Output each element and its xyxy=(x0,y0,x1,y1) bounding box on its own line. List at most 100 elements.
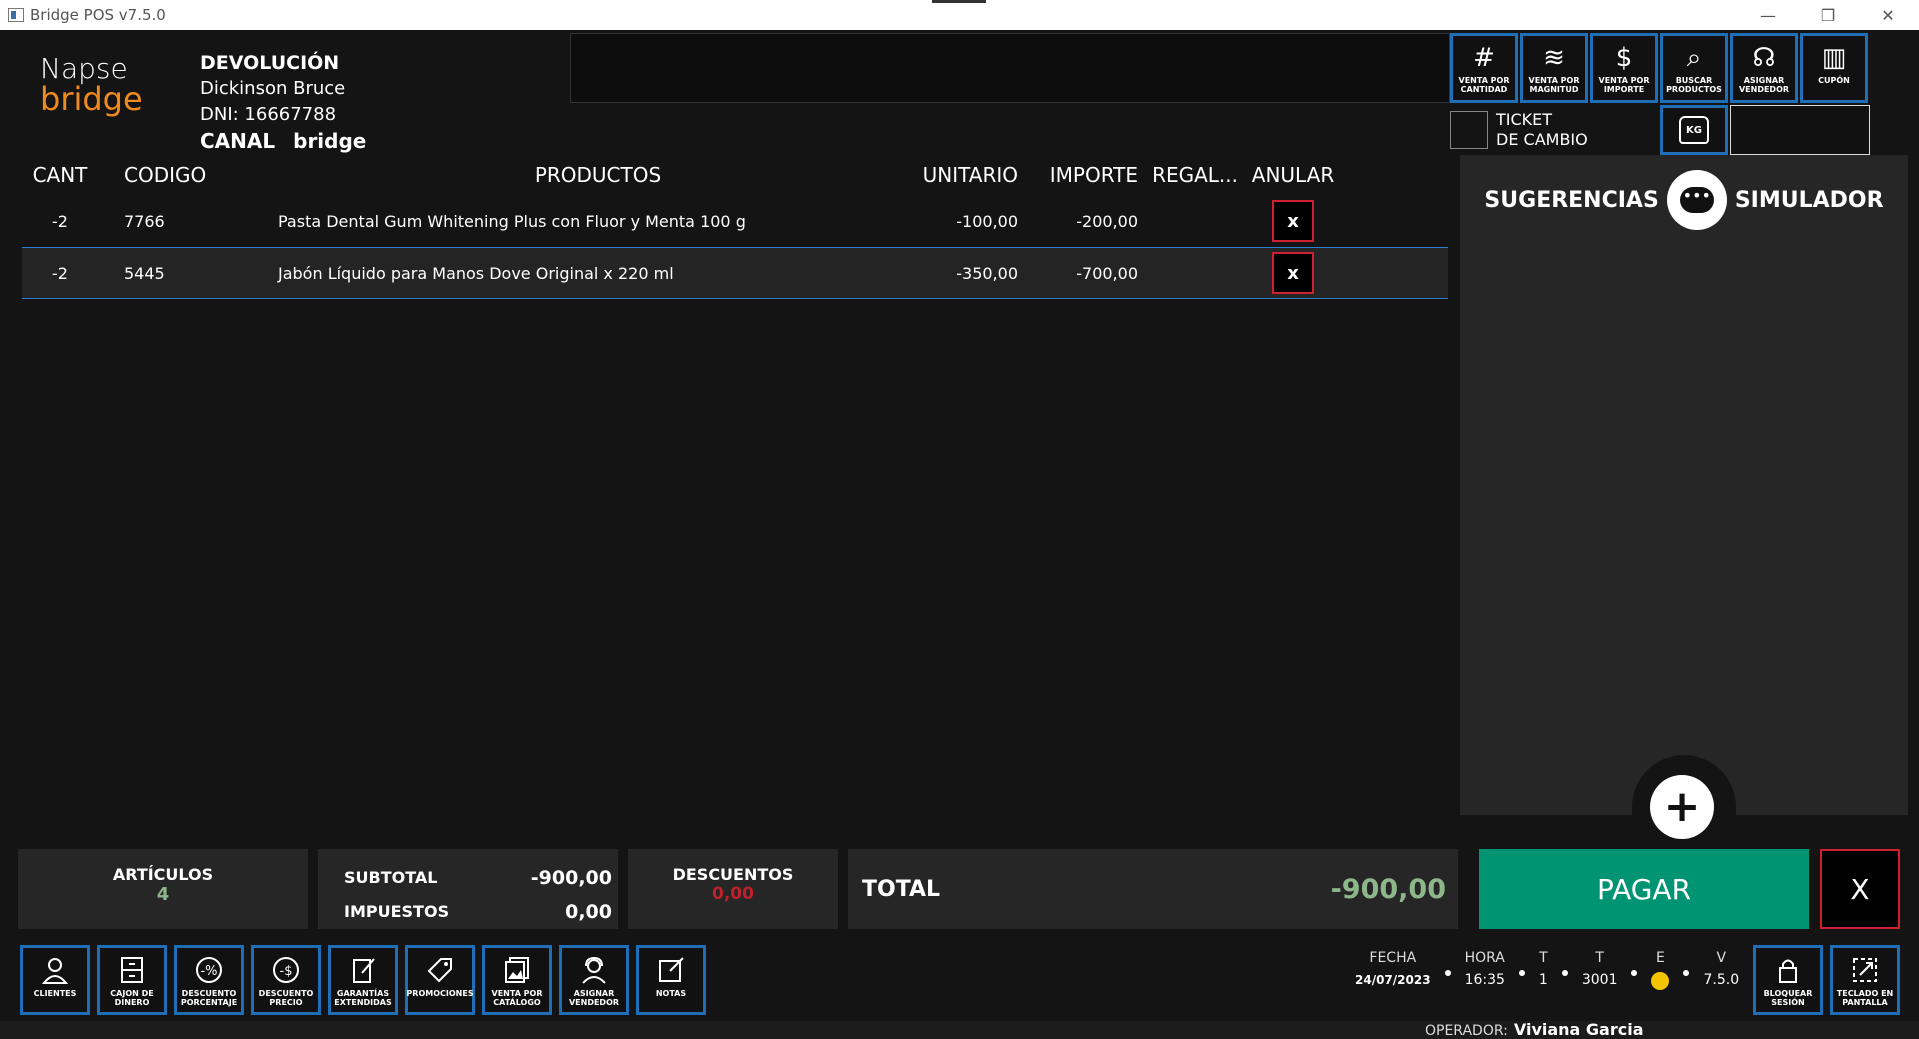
status-fecha: FECHA 24/07/2023 xyxy=(1355,948,1431,992)
button-label: DESCUENTO PORCENTAJE xyxy=(180,989,238,1007)
header-regalo: REGAL... xyxy=(1152,163,1238,187)
canal-info: CANAL bridge xyxy=(200,128,366,154)
catalogo-button[interactable]: VENTA POR CATÁLOGO xyxy=(482,945,552,1015)
chat-icon[interactable]: ••• xyxy=(1666,170,1727,230)
fecha-value: 24/07/2023 xyxy=(1355,973,1431,987)
e-label: E xyxy=(1656,950,1665,966)
button-label: CUPÓN xyxy=(1818,76,1850,85)
header-importe: IMPORTE xyxy=(1049,163,1138,187)
descuentos-label: DESCUENTOS xyxy=(672,865,794,884)
teclado-en-pantalla-button[interactable]: TECLADO EN PANTALLA xyxy=(1830,945,1900,1015)
close-button[interactable]: ✕ xyxy=(1860,0,1916,30)
minimize-button[interactable]: — xyxy=(1740,0,1796,30)
status-v: V 7.5.0 xyxy=(1703,948,1739,992)
impuestos-value: 0,00 xyxy=(565,901,612,923)
cajon-button[interactable]: CAJON DE DINERO xyxy=(97,945,167,1015)
drag-grip[interactable] xyxy=(932,0,986,3)
scan-input[interactable] xyxy=(570,33,1450,103)
venta-por-cantidad-button[interactable]: # VENTA POR CANTIDAD xyxy=(1450,33,1518,103)
row-anular-cell: x xyxy=(1238,200,1348,242)
button-label: CLIENTES xyxy=(33,989,77,998)
descuento-porcentaje-button[interactable]: -% DESCUENTO PORCENTAJE xyxy=(174,945,244,1015)
operador-label: OPERADOR: xyxy=(1425,1023,1508,1039)
tab-simulador[interactable]: SIMULADOR xyxy=(1735,188,1884,213)
operador-value: Viviana Garcia xyxy=(1513,1020,1644,1039)
expand-icon xyxy=(1848,953,1882,987)
total-box: TOTAL -900,00 xyxy=(848,849,1458,929)
user-icon xyxy=(38,953,72,987)
separator-dot xyxy=(1518,970,1525,976)
notas-button[interactable]: NOTAS xyxy=(636,945,706,1015)
t1-label: T xyxy=(1539,950,1548,966)
layers-icon: ≋ xyxy=(1543,43,1565,73)
button-label: PROMOCIONES xyxy=(406,989,474,998)
header-productos: PRODUCTOS xyxy=(534,163,662,187)
tab-sugerencias[interactable]: SUGERENCIAS xyxy=(1484,188,1658,213)
customer-info: DEVOLUCIÓN Dickinson Bruce DNI: 16667788… xyxy=(200,50,366,154)
t2-label: T xyxy=(1595,950,1604,966)
add-button[interactable]: + xyxy=(1650,775,1714,839)
customer-name: Dickinson Bruce xyxy=(200,78,346,99)
bloquear-sesion-button[interactable]: BLOQUEAR SESIÓN xyxy=(1753,945,1823,1015)
weight-button[interactable]: KG xyxy=(1660,105,1728,155)
logo-line2: bridge xyxy=(40,80,143,118)
canal-value: bridge xyxy=(293,129,367,153)
button-label: VENTA POR MAGNITUD xyxy=(1528,76,1580,94)
chat-bubble: ••• xyxy=(1679,187,1714,213)
scale-icon: KG xyxy=(1679,116,1709,144)
hora-label: HORA xyxy=(1464,950,1505,966)
session-toolbar: BLOQUEAR SESIÓN TECLADO EN PANTALLA xyxy=(1753,945,1900,1015)
anular-button[interactable]: x xyxy=(1272,200,1314,242)
descuento-precio-button[interactable]: -$ DESCUENTO PRECIO xyxy=(251,945,321,1015)
hash-icon: # xyxy=(1473,43,1495,73)
t2-value: 3001 xyxy=(1581,972,1618,988)
side-tabs: SUGERENCIAS ••• SIMULADOR xyxy=(1460,170,1908,230)
asignar-vendedor-top-button[interactable]: ☊ ASIGNAR VENDEDOR xyxy=(1730,33,1798,103)
customer-dni: DNI: 16667788 xyxy=(200,104,337,125)
header-unitario: UNITARIO xyxy=(922,163,1018,187)
top-toolbar: # VENTA POR CANTIDAD ≋ VENTA POR MAGNITUD … xyxy=(1450,33,1868,103)
weight-display xyxy=(1730,105,1870,155)
svg-text:-$: -$ xyxy=(280,964,293,979)
button-label: CAJON DE DINERO xyxy=(110,989,154,1007)
side-panel: SUGERENCIAS ••• SIMULADOR + xyxy=(1460,155,1908,839)
articulos-label: ARTÍCULOS xyxy=(112,865,214,884)
asignar-vendedor-button[interactable]: ASIGNAR VENDEDOR xyxy=(559,945,629,1015)
anular-button[interactable]: x xyxy=(1272,252,1314,294)
articulos-value: 4 xyxy=(156,884,170,905)
ticket-line1: TICKET xyxy=(1496,110,1553,129)
barcode-icon: ▥ xyxy=(1821,43,1847,73)
promociones-button[interactable]: PROMOCIONES xyxy=(405,945,475,1015)
price-discount-icon: -$ xyxy=(269,953,303,987)
subtotal-label: SUBTOTAL xyxy=(344,868,438,887)
table-row[interactable]: -2 7766 Pasta Dental Gum Whitening Plus … xyxy=(22,195,1448,247)
separator-dot xyxy=(1683,970,1690,976)
pagar-button[interactable]: PAGAR xyxy=(1479,849,1809,929)
restore-button[interactable]: ❐ xyxy=(1800,0,1856,30)
table-row[interactable]: -2 5445 Jabón Líquido para Manos Dove Or… xyxy=(22,247,1448,299)
drawer-icon xyxy=(115,953,149,987)
button-label: VENTA POR CATÁLOGO xyxy=(491,989,543,1007)
venta-por-importe-button[interactable]: $ VENTA POR IMPORTE xyxy=(1590,33,1658,103)
items-table: CANT CODIGO PRODUCTOS UNITARIO IMPORTE R… xyxy=(22,155,1448,299)
ticket-cambio-checkbox[interactable] xyxy=(1450,111,1488,149)
hora-value: 16:35 xyxy=(1464,972,1505,988)
cupon-button[interactable]: ▥ CUPÓN xyxy=(1800,33,1868,103)
cancel-transaction-button[interactable]: X xyxy=(1820,849,1900,929)
catalog-icon xyxy=(500,953,534,987)
pos-app: Napse bridge DEVOLUCIÓN Dickinson Bruce … xyxy=(0,30,1919,1039)
button-label: GARANTÍAS EXTENDIDAS xyxy=(334,989,392,1007)
buscar-productos-button[interactable]: ⌕ BUSCAR PRODUCTOS xyxy=(1660,33,1728,103)
total-value: -900,00 xyxy=(1330,873,1446,905)
button-label: ASIGNAR VENDEDOR xyxy=(1738,76,1790,94)
bottom-toolbar: CLIENTES CAJON DE DINERO -% DESCUENTO PO… xyxy=(20,945,706,1015)
headset-icon: ☊ xyxy=(1752,43,1776,73)
header-anular: ANULAR xyxy=(1251,163,1335,187)
separator-dot xyxy=(1444,970,1451,976)
lock-icon xyxy=(1771,953,1805,987)
clientes-button[interactable]: CLIENTES xyxy=(20,945,90,1015)
venta-por-magnitud-button[interactable]: ≋ VENTA POR MAGNITUD xyxy=(1520,33,1588,103)
button-label: BLOQUEAR SESIÓN xyxy=(1763,989,1813,1007)
garantias-button[interactable]: GARANTÍAS EXTENDIDAS xyxy=(328,945,398,1015)
row-producto: Jabón Líquido para Manos Dove Original x… xyxy=(278,263,674,283)
